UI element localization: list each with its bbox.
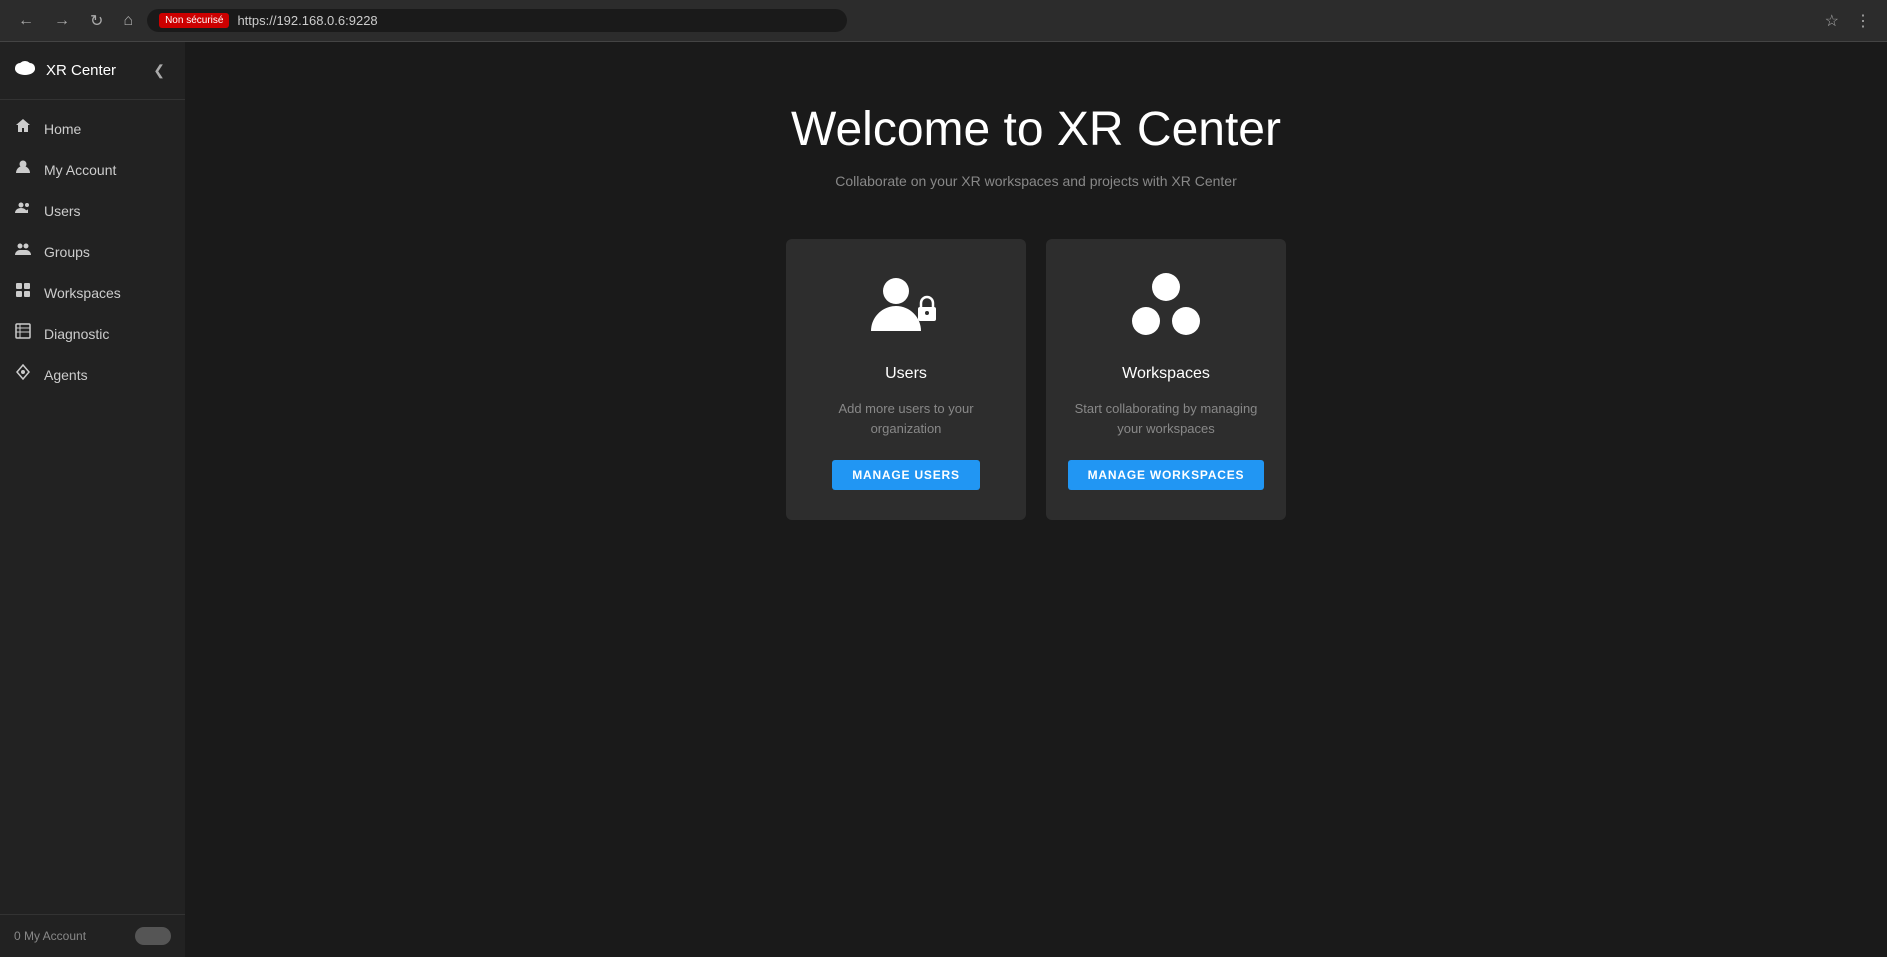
manage-workspaces-button[interactable]: MANAGE WORKSPACES xyxy=(1068,460,1265,490)
address-bar[interactable]: Non sécurisé https://192.168.0.6:9228 xyxy=(147,9,847,32)
sidebar-item-my-account[interactable]: My Account xyxy=(0,149,185,190)
users-icon xyxy=(14,200,32,221)
browser-chrome: ← → ↻ ⌂ Non sécurisé https://192.168.0.6… xyxy=(0,0,1887,42)
workspaces-card-icon xyxy=(1126,269,1206,349)
sidebar-item-home[interactable]: Home xyxy=(0,108,185,149)
workspaces-icon xyxy=(14,282,32,303)
sidebar-footer-text: 0 My Account xyxy=(14,929,86,943)
refresh-button[interactable]: ↻ xyxy=(84,7,109,35)
users-card-title: Users xyxy=(885,365,927,383)
bookmark-button[interactable]: ☆ xyxy=(1821,7,1843,35)
welcome-subtitle: Collaborate on your XR workspaces and pr… xyxy=(835,173,1237,189)
sidebar-item-groups[interactable]: Groups xyxy=(0,231,185,272)
extensions-button[interactable]: ⋮ xyxy=(1851,7,1875,35)
users-card-description: Add more users to your organization xyxy=(806,399,1006,438)
account-icon xyxy=(14,159,32,180)
browser-icons: ☆ ⋮ xyxy=(1821,7,1875,35)
not-secure-badge: Non sécurisé xyxy=(159,13,229,28)
sidebar-label-users: Users xyxy=(44,203,81,219)
sidebar-label-my-account: My Account xyxy=(44,162,116,178)
workspaces-card[interactable]: Workspaces Start collaborating by managi… xyxy=(1046,239,1286,520)
back-button[interactable]: ← xyxy=(12,8,40,34)
sidebar-footer: 0 My Account xyxy=(0,914,185,957)
logo-icon xyxy=(14,59,36,82)
sidebar-logo-text: XR Center xyxy=(46,62,116,79)
home-icon xyxy=(14,118,32,139)
diagnostic-icon xyxy=(14,323,32,344)
sidebar-collapse-button[interactable]: ❮ xyxy=(147,58,171,83)
sidebar-label-home: Home xyxy=(44,121,81,137)
sidebar-label-groups: Groups xyxy=(44,244,90,260)
sidebar-item-users[interactable]: Users xyxy=(0,190,185,231)
sidebar-logo: XR Center xyxy=(14,59,116,82)
sidebar-label-workspaces: Workspaces xyxy=(44,285,121,301)
home-button[interactable]: ⌂ xyxy=(117,8,139,34)
welcome-title: Welcome to XR Center xyxy=(791,102,1281,157)
sidebar-nav: Home My Account xyxy=(0,100,185,914)
workspaces-card-title: Workspaces xyxy=(1122,365,1210,383)
cards-container: Users Add more users to your organizatio… xyxy=(786,239,1286,520)
users-card-icon xyxy=(866,269,946,349)
manage-users-button[interactable]: MANAGE USERS xyxy=(832,460,980,490)
address-text: https://192.168.0.6:9228 xyxy=(237,13,377,28)
sidebar-footer-toggle[interactable] xyxy=(135,927,171,945)
main-content: Welcome to XR Center Collaborate on your… xyxy=(185,42,1887,957)
users-card-icon-area xyxy=(866,269,946,349)
sidebar-item-diagnostic[interactable]: Diagnostic xyxy=(0,313,185,354)
workspaces-card-icon-area xyxy=(1126,269,1206,349)
users-card[interactable]: Users Add more users to your organizatio… xyxy=(786,239,1026,520)
sidebar-label-diagnostic: Diagnostic xyxy=(44,326,109,342)
app-container: XR Center ❮ Home M xyxy=(0,42,1887,957)
agents-icon xyxy=(14,364,32,385)
sidebar: XR Center ❮ Home M xyxy=(0,42,185,957)
sidebar-item-agents[interactable]: Agents xyxy=(0,354,185,395)
sidebar-label-agents: Agents xyxy=(44,367,88,383)
workspaces-card-description: Start collaborating by managing your wor… xyxy=(1066,399,1266,438)
sidebar-item-workspaces[interactable]: Workspaces xyxy=(0,272,185,313)
sidebar-header: XR Center ❮ xyxy=(0,42,185,100)
forward-button[interactable]: → xyxy=(48,8,76,34)
groups-icon xyxy=(14,241,32,262)
